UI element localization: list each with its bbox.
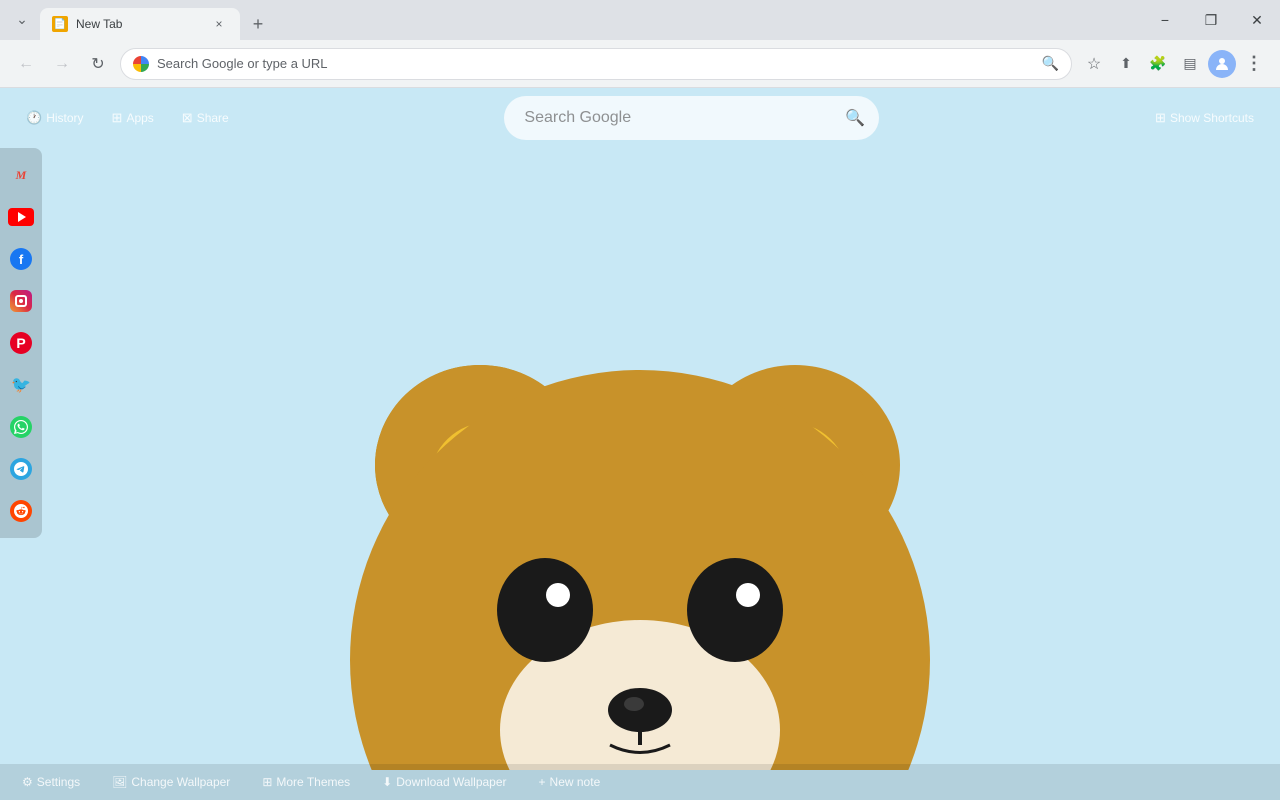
sidebar-item-twitter[interactable]: 🐦 [0, 364, 42, 406]
address-bar: ← → ↻ Search Google or type a URL 🔍 ☆ ⬆ … [0, 40, 1280, 88]
close-button[interactable]: ✕ [1234, 0, 1280, 40]
browser-frame: ⌄ 📄 New Tab × + − ❐ ✕ ← → ↻ Search Googl… [0, 0, 1280, 800]
search-box-placeholder: Search Google [524, 109, 631, 127]
history-icon: 🕐 [26, 110, 42, 126]
sidebar-item-reddit[interactable] [0, 490, 42, 532]
bear-svg [300, 270, 980, 770]
tab-favicon: 📄 [52, 16, 68, 32]
sidebar-item-facebook[interactable]: f [0, 238, 42, 280]
new-tab-button[interactable]: + [244, 10, 272, 38]
sidebar-item-instagram[interactable] [0, 280, 42, 322]
forward-button[interactable]: → [48, 50, 76, 78]
wallpaper-icon: 🖼 [112, 775, 127, 789]
download-label: Download Wallpaper [396, 775, 506, 789]
profile-button[interactable] [1208, 50, 1236, 78]
instagram-frame [15, 295, 27, 307]
settings-button[interactable]: ⚙ Settings [16, 772, 86, 792]
bear-illustration [290, 250, 990, 770]
omnibox-search-icon: 🔍 [1042, 55, 1059, 72]
note-icon: + [539, 775, 546, 789]
title-bar: ⌄ 📄 New Tab × + − ❐ ✕ [0, 0, 1280, 40]
newtab-topbar: 🕐 History ⊞ Apps ⊠ Share Search Google [0, 88, 1280, 148]
change-wallpaper-button[interactable]: 🖼 Change Wallpaper [106, 772, 236, 792]
youtube-icon [8, 208, 34, 226]
omnibox[interactable]: Search Google or type a URL 🔍 [120, 48, 1072, 80]
extensions-icon[interactable]: 🧩 [1144, 50, 1172, 78]
show-shortcuts-label: Show Shortcuts [1170, 111, 1254, 125]
main-content: 🕐 History ⊞ Apps ⊠ Share Search Google [0, 88, 1280, 800]
tab-title: New Tab [76, 17, 202, 31]
share-button[interactable]: ⊠ Share [176, 106, 235, 130]
maximize-button[interactable]: ❐ [1188, 0, 1234, 40]
left-sidebar: M f P [0, 148, 42, 538]
new-note-button[interactable]: + New note [533, 772, 607, 792]
menu-icon[interactable]: ⋮ [1240, 50, 1268, 78]
apps-icon: ⊞ [112, 110, 123, 126]
share-icon[interactable]: ⬆ [1112, 50, 1140, 78]
twitter-icon: 🐦 [11, 375, 31, 395]
settings-icon: ⚙ [22, 775, 33, 789]
youtube-play-triangle [18, 212, 26, 222]
search-box-container: Search Google 🔍 [504, 96, 879, 140]
whatsapp-icon [10, 416, 32, 438]
facebook-icon: f [10, 248, 32, 270]
apps-label: Apps [126, 111, 153, 125]
sidebar-item-whatsapp[interactable] [0, 406, 42, 448]
sidebar-toggle-icon[interactable]: ▤ [1176, 50, 1204, 78]
history-label: History [46, 111, 83, 125]
share-icon: ⊠ [182, 110, 193, 126]
address-bar-icons: ☆ ⬆ 🧩 ▤ ⋮ [1080, 50, 1268, 78]
window-controls: − ❐ ✕ [1142, 0, 1280, 40]
show-shortcuts-button[interactable]: ⊞ Show Shortcuts [1149, 106, 1260, 130]
search-submit-icon[interactable]: 🔍 [843, 106, 867, 130]
topbar-right: ⊞ Show Shortcuts [1149, 106, 1260, 130]
show-shortcuts-icon: ⊞ [1155, 110, 1166, 126]
tab-close-button[interactable]: × [210, 15, 228, 33]
settings-label: Settings [37, 775, 80, 789]
active-tab[interactable]: 📄 New Tab × [40, 8, 240, 40]
refresh-button[interactable]: ↻ [84, 50, 112, 78]
back-button[interactable]: ← [12, 50, 40, 78]
wallpaper-label: Change Wallpaper [131, 775, 230, 789]
reddit-icon [10, 500, 32, 522]
more-themes-button[interactable]: ⊞ More Themes [256, 772, 356, 792]
sidebar-item-telegram[interactable] [0, 448, 42, 490]
note-label: New note [550, 775, 601, 789]
topbar-left: 🕐 History ⊞ Apps ⊠ Share [20, 106, 235, 130]
instagram-icon [10, 290, 32, 312]
tab-strip: 📄 New Tab × + [30, 0, 272, 40]
history-button[interactable]: 🕐 History [20, 106, 90, 130]
sidebar-item-gmail[interactable]: M [0, 154, 42, 196]
instagram-dot [19, 299, 23, 303]
themes-icon: ⊞ [262, 775, 272, 789]
omnibox-text: Search Google or type a URL [157, 56, 1034, 71]
pinterest-icon: P [10, 332, 32, 354]
download-wallpaper-button[interactable]: ⬇ Download Wallpaper [376, 772, 512, 792]
search-box[interactable]: Search Google [504, 96, 879, 140]
sidebar-item-youtube[interactable] [0, 196, 42, 238]
themes-label: More Themes [276, 775, 350, 789]
apps-button[interactable]: ⊞ Apps [106, 106, 160, 130]
telegram-icon [10, 458, 32, 480]
minimize-button[interactable]: − [1142, 0, 1188, 40]
topbar-center: Search Google 🔍 [235, 96, 1149, 140]
bookmark-icon[interactable]: ☆ [1080, 50, 1108, 78]
google-icon [133, 56, 149, 72]
sidebar-item-pinterest[interactable]: P [0, 322, 42, 364]
download-icon: ⬇ [382, 775, 392, 789]
bottom-bar: ⚙ Settings 🖼 Change Wallpaper ⊞ More The… [0, 764, 1280, 800]
share-label: Share [197, 111, 229, 125]
tab-list-chevron[interactable]: ⌄ [8, 5, 36, 33]
